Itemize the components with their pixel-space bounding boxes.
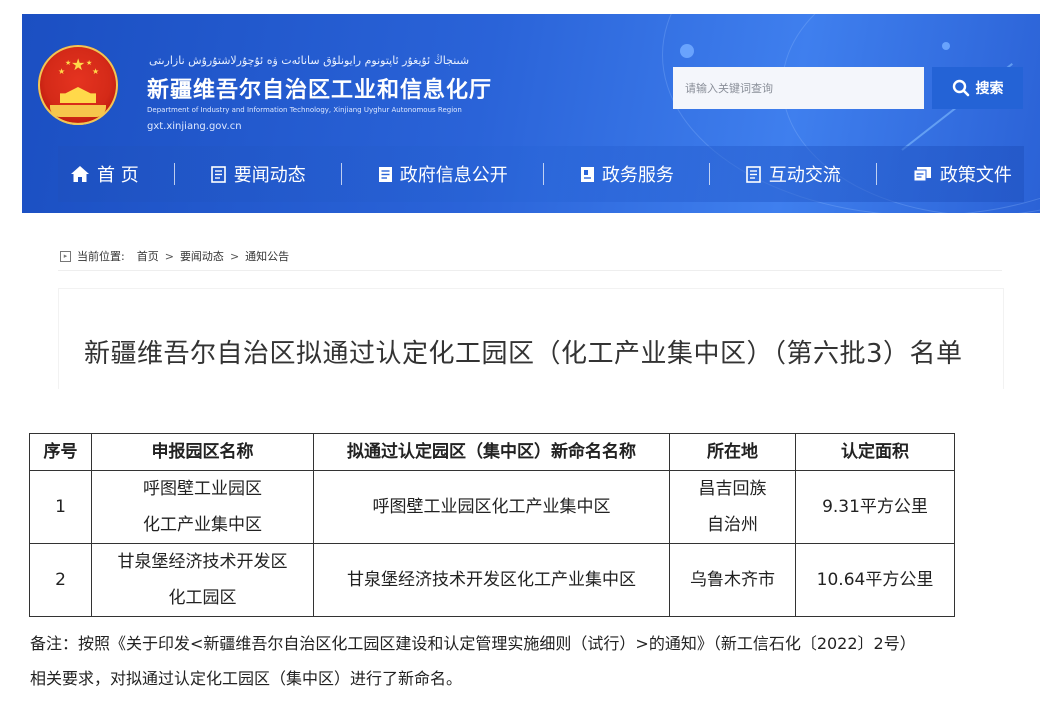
cell-line: 甘泉堡经济技术开发区	[117, 552, 288, 572]
nav-item-home[interactable]: 首 页	[58, 146, 151, 202]
search-button[interactable]: 搜索	[932, 67, 1023, 109]
nav-item-services[interactable]: 政务服务	[568, 146, 686, 202]
cell-line: 化工产业集中区	[143, 515, 262, 535]
cell-area: 9.31平方公里	[795, 470, 955, 544]
cell-line: 化工园区	[168, 588, 237, 608]
main-nav: 首 页 要闻动态 政府信息公开 政务服务 互动交流 政策文件	[58, 146, 1024, 202]
site-name-uyghur: شىنجاڭ ئۇيغۇر ئاپتونوم رايونلۇق سانائەت …	[149, 54, 470, 67]
service-icon	[580, 166, 594, 182]
table-header-row: 序号 申报园区名称 拟通过认定园区（集中区）新命名名称 所在地 认定面积	[29, 433, 955, 471]
home-icon	[71, 166, 89, 182]
breadcrumb-label: 当前位置:	[77, 250, 125, 263]
nav-item-gov-info[interactable]: 政府信息公开	[366, 146, 520, 202]
note-line: 备注：按照《关于印发<新疆维吾尔自治区化工园区建设和认定管理实施细则（试行）>的…	[30, 634, 916, 653]
cell-no: 2	[29, 543, 92, 617]
cell-line: 自治州	[707, 515, 758, 535]
nav-label: 政策文件	[939, 165, 1012, 186]
nav-label: 政府信息公开	[399, 165, 508, 186]
national-emblem: ★ ★ ★ ★ ★	[38, 45, 118, 125]
cell-park-name: 甘泉堡经济技术开发区 化工园区	[91, 543, 314, 617]
breadcrumb-separator: >	[229, 249, 240, 263]
location-icon: ▸	[60, 250, 71, 262]
cell-new-name: 呼图壁工业园区化工产业集中区	[313, 470, 670, 544]
cell-park-name: 呼图壁工业园区 化工产业集中区	[91, 470, 314, 544]
nav-divider	[341, 163, 343, 185]
park-list-table: 序号 申报园区名称 拟通过认定园区（集中区）新命名名称 所在地 认定面积 1 呼…	[29, 433, 955, 617]
article-title: 新疆维吾尔自治区拟通过认定化工园区（化工产业集中区）（第六批3）名单	[84, 339, 963, 369]
note-paragraph: 备注：按照《关于印发<新疆维吾尔自治区化工园区建设和认定管理实施细则（试行）>的…	[30, 626, 1050, 696]
document-icon	[378, 166, 392, 182]
policy-icon	[913, 166, 931, 181]
news-icon	[210, 165, 226, 183]
breadcrumb-item-news[interactable]: 要闻动态	[180, 248, 224, 264]
table-row: 1 呼图壁工业园区 化工产业集中区 呼图壁工业园区化工产业集中区 昌吉回族 自治…	[29, 470, 955, 544]
breadcrumb-item-notices[interactable]: 通知公告	[245, 248, 289, 264]
nav-label: 政务服务	[601, 165, 674, 186]
cell-location: 昌吉回族 自治州	[669, 470, 796, 544]
column-header: 拟通过认定园区（集中区）新命名名称	[313, 433, 670, 471]
table-row: 2 甘泉堡经济技术开发区 化工园区 甘泉堡经济技术开发区化工产业集中区 乌鲁木齐…	[29, 543, 955, 617]
cell-new-name: 甘泉堡经济技术开发区化工产业集中区	[313, 543, 670, 617]
column-header: 序号	[29, 433, 92, 471]
site-url: gxt.xinjiang.gov.cn	[147, 121, 242, 132]
breadcrumb: ▸ 当前位置: 首页 > 要闻动态 > 通知公告	[60, 248, 289, 264]
nav-divider	[543, 163, 545, 185]
banner-dot	[680, 44, 694, 58]
search-input[interactable]	[673, 67, 924, 109]
banner-dot	[942, 42, 950, 50]
nav-item-policy[interactable]: 政策文件	[901, 146, 1024, 202]
search-button-label: 搜索	[975, 81, 1004, 97]
nav-label: 互动交流	[768, 165, 841, 186]
cell-line: 呼图壁工业园区	[143, 479, 262, 499]
search-icon	[952, 79, 969, 97]
site-name-english: Department of Industry and Information T…	[147, 106, 462, 114]
cell-line: 昌吉回族	[698, 479, 767, 499]
cell-no: 1	[29, 470, 92, 544]
breadcrumb-separator: >	[164, 249, 174, 263]
chat-icon	[746, 165, 761, 183]
column-header: 所在地	[669, 433, 796, 471]
nav-divider	[876, 163, 878, 185]
nav-label: 要闻动态	[233, 165, 306, 186]
cell-location: 乌鲁木齐市	[669, 543, 796, 617]
breadcrumb-item-home[interactable]: 首页	[137, 248, 159, 264]
nav-divider	[709, 163, 711, 185]
divider	[58, 270, 1002, 271]
nav-divider	[174, 163, 176, 185]
column-header: 认定面积	[795, 433, 955, 471]
nav-label: 首 页	[97, 165, 139, 186]
note-line: 相关要求，对拟通过认定化工园区（集中区）进行了新命名。	[30, 669, 463, 688]
cell-area: 10.64平方公里	[795, 543, 955, 617]
site-name[interactable]: 新疆维吾尔自治区工业和信息化厅	[147, 72, 492, 104]
column-header: 申报园区名称	[91, 433, 314, 471]
nav-item-news[interactable]: 要闻动态	[199, 146, 318, 202]
nav-item-interaction[interactable]: 互动交流	[734, 146, 853, 202]
